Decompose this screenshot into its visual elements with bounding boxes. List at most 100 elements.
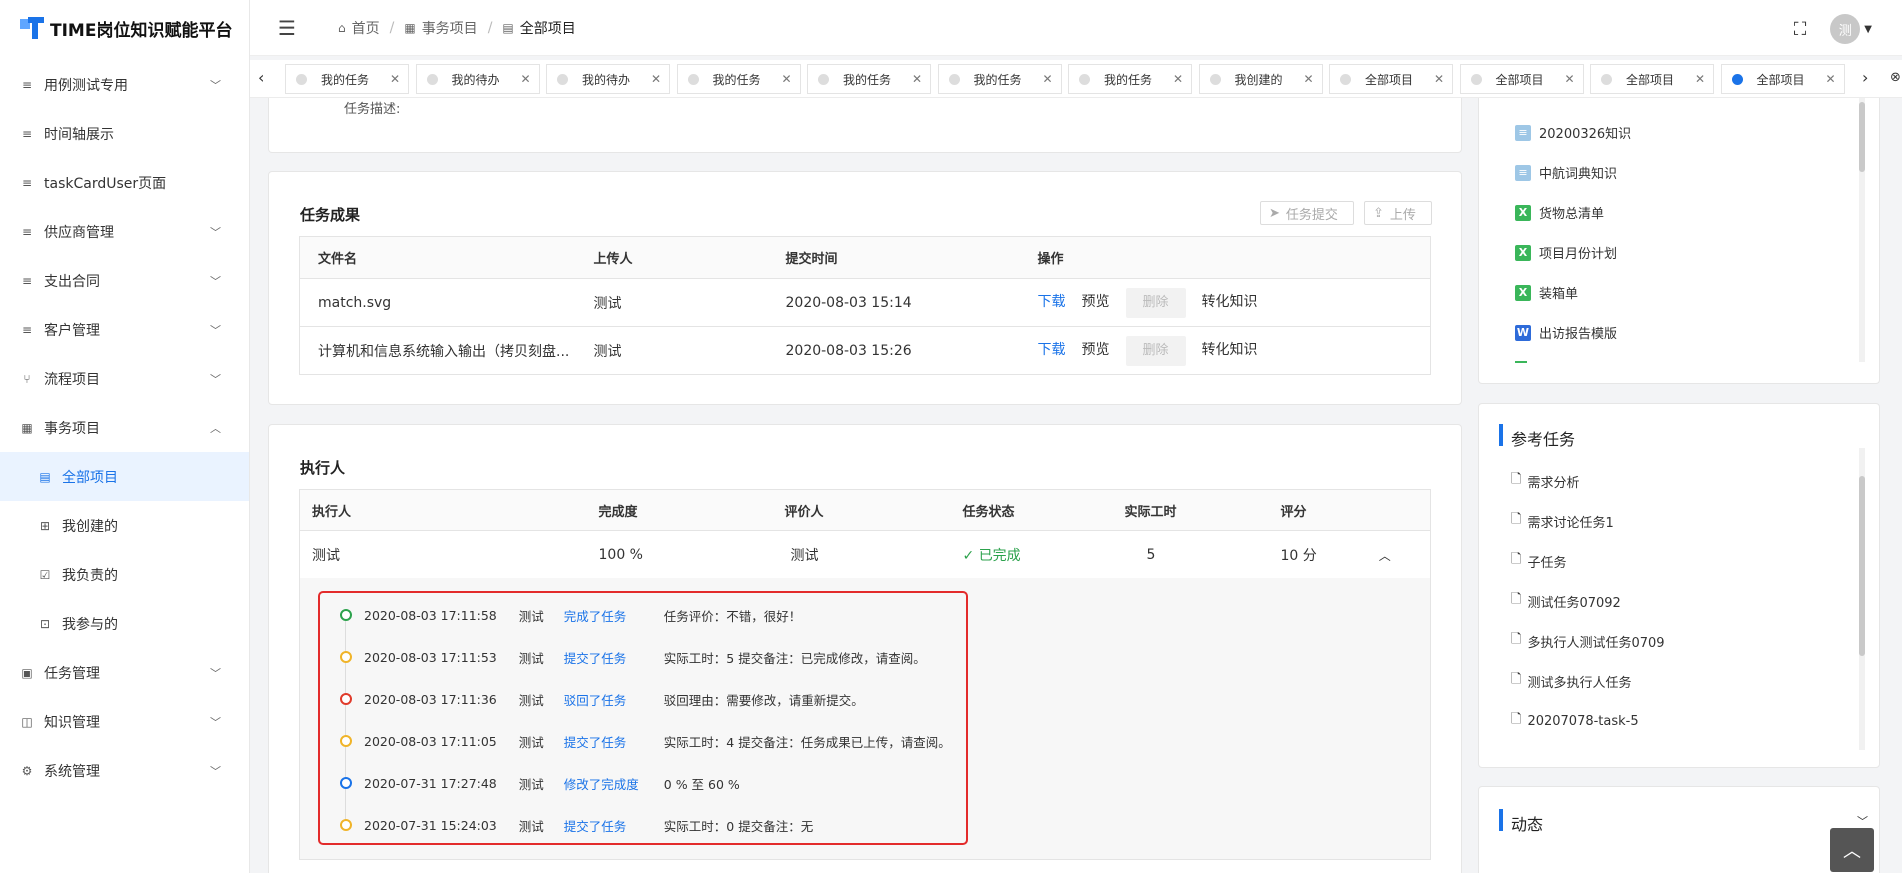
knowledge-file-item[interactable]: X 货物总清单 <box>1515 203 1604 222</box>
close-icon[interactable]: ✕ <box>520 72 530 86</box>
sidebar-item-0[interactable]: ≡ 用例测试专用 ﹀ <box>0 60 249 109</box>
chevron-down-icon: ﹀ <box>210 372 221 386</box>
chevron-down-icon[interactable]: ﹀ <box>1857 813 1868 829</box>
executor-progress: 100 % <box>598 546 643 563</box>
knowledge-file-item[interactable]: W 出访报告模版 <box>1515 323 1617 342</box>
close-icon[interactable]: ✕ <box>1434 72 1444 86</box>
hamburger-icon[interactable]: ☰ <box>278 16 302 40</box>
download-link[interactable]: 下载 <box>1038 342 1066 358</box>
app-logo[interactable]: TIME岗位知识赋能平台 <box>0 0 249 56</box>
tab-status-dot <box>1340 73 1351 85</box>
knowledge-file-item[interactable]: ≡ 20200326知识 <box>1515 123 1631 142</box>
tab-4[interactable]: 我的任务 ✕ <box>807 64 931 94</box>
tab-1[interactable]: 我的待办 ✕ <box>415 64 540 94</box>
sidebar-item-3[interactable]: ≡ 供应商管理 ﹀ <box>0 207 249 256</box>
ref-task-item[interactable]: 🗋 测试任务07092 <box>1511 590 1621 612</box>
close-icon[interactable]: ✕ <box>1564 72 1574 86</box>
timeline-time: 2020-08-03 17:11:36 <box>364 691 497 707</box>
sidebar-item-label: 供应商管理 <box>44 224 114 241</box>
breadcrumb-affairs[interactable]: 事务项目 <box>422 18 478 38</box>
breadcrumb-home[interactable]: 首页 <box>352 18 380 38</box>
tab-7[interactable]: 我创建的 ✕ <box>1198 64 1323 94</box>
sidebar-item-14[interactable]: ⚙ 系统管理 ﹀ <box>0 746 249 795</box>
ref-task-item[interactable]: 🗋 需求讨论任务1 <box>1511 510 1614 532</box>
ref-task-item[interactable]: 🗋 子任务 <box>1511 550 1566 572</box>
close-icon[interactable]: ✕ <box>1173 72 1183 86</box>
tab-10[interactable]: 全部项目 ✕ <box>1590 64 1714 94</box>
tab-11[interactable]: 全部项目 ✕ <box>1720 64 1845 94</box>
knowledge-file-item[interactable]: ≡ 中航词典知识 <box>1515 163 1617 182</box>
convert-knowledge-link[interactable]: 转化知识 <box>1202 342 1258 358</box>
timeline-action[interactable]: 提交了任务 <box>564 732 652 751</box>
upload-button[interactable]: ⇪ 上传 <box>1364 201 1432 225</box>
timeline-action[interactable]: 修改了完成度 <box>564 774 652 793</box>
sidebar-item-12[interactable]: ▣ 任务管理 ﹀ <box>0 648 249 697</box>
knowledge-file-item[interactable]: X 项目月份计划 <box>1515 243 1617 262</box>
results-title: 任务成果 <box>300 206 361 224</box>
sidebar-item-2[interactable]: ≡ taskCardUser页面 <box>0 158 249 207</box>
tab-bar: ‹ 我的任务 ✕ 我的待办 ✕ 我的待办 ✕ 我的任务 ✕ 我的任务 ✕ 我的任务 ✕ 我的任务 ✕ 我创建… <box>250 60 1902 98</box>
close-icon[interactable]: ✕ <box>1303 72 1313 86</box>
close-all-tabs-icon[interactable]: ⊗ <box>1890 70 1901 85</box>
close-icon[interactable]: ✕ <box>1042 72 1052 86</box>
close-icon[interactable]: ✕ <box>1695 72 1705 86</box>
tab-2[interactable]: 我的待办 ✕ <box>546 64 670 94</box>
title-accent-bar <box>1499 424 1503 446</box>
tab-6[interactable]: 我的任务 ✕ <box>1068 64 1192 94</box>
tab-scroll-right-icon[interactable]: › <box>1862 68 1868 87</box>
sidebar-item-4[interactable]: ≡ 支出合同 ﹀ <box>0 256 249 305</box>
ref-task-item[interactable]: 🗋 需求分析 <box>1511 470 1579 492</box>
close-icon[interactable]: ✕ <box>651 72 661 86</box>
sidebar-item-13[interactable]: ◫ 知识管理 ﹀ <box>0 697 249 746</box>
ref-task-item[interactable]: 🗋 多执行人测试任务0709 <box>1511 630 1665 652</box>
tab-9[interactable]: 全部项目 ✕ <box>1459 64 1584 94</box>
sidebar-item-8[interactable]: ▤ 全部项目 <box>0 452 249 501</box>
fullscreen-icon[interactable]: ⛶ <box>1794 19 1807 40</box>
timeline-action[interactable]: 提交了任务 <box>564 816 652 835</box>
close-icon[interactable]: ✕ <box>390 72 400 86</box>
tab-5[interactable]: 我的任务 ✕ <box>937 64 1062 94</box>
preview-link[interactable]: 预览 <box>1082 294 1110 310</box>
sidebar-item-11[interactable]: ⊡ 我参与的 <box>0 599 249 648</box>
knowledge-scroll-thumb[interactable] <box>1859 102 1865 172</box>
sidebar-item-label: 任务管理 <box>44 665 100 682</box>
chevron-up-icon[interactable]: ︿ <box>1379 549 1391 563</box>
chevron-down-icon: ﹀ <box>210 78 221 92</box>
convert-knowledge-link[interactable]: 转化知识 <box>1202 294 1258 310</box>
activity-panel: 动态 ﹀ <box>1478 786 1880 873</box>
avatar[interactable]: 测 <box>1830 14 1861 44</box>
tab-scroll-left-icon[interactable]: ‹ <box>258 68 264 87</box>
sidebar-item-5[interactable]: ≡ 客户管理 ﹀ <box>0 305 249 354</box>
download-link[interactable]: 下载 <box>1038 294 1066 310</box>
tab-label: 我的待办 <box>582 72 631 87</box>
preview-link[interactable]: 预览 <box>1082 342 1110 358</box>
submit-task-button[interactable]: ➤ 任务提交 <box>1260 201 1354 225</box>
tab-0[interactable]: 我的任务 ✕ <box>285 64 409 94</box>
knowledge-file-item[interactable]: X 装箱单 <box>1515 283 1578 302</box>
knowledge-file-name: 装箱单 <box>1539 287 1579 302</box>
task-results-card: 任务成果 ➤ 任务提交 ⇪ 上传 文件名 上传人 提交时间 操作 match.svg… <box>268 171 1462 405</box>
tab-label: 我创建的 <box>1234 72 1283 87</box>
timeline-action[interactable]: 完成了任务 <box>564 606 652 625</box>
timeline-action[interactable]: 驳回了任务 <box>564 690 652 709</box>
sidebar-item-1[interactable]: ≡ 时间轴展示 <box>0 109 249 158</box>
close-icon[interactable]: ✕ <box>912 72 922 86</box>
ref-task-item[interactable]: 🗋 20207078-task-5 <box>1511 710 1639 732</box>
tab-3[interactable]: 我的任务 ✕ <box>676 64 801 94</box>
sidebar-item-6[interactable]: ⑂ 流程项目 ﹀ <box>0 354 249 403</box>
timeline-action[interactable]: 提交了任务 <box>564 648 652 667</box>
ref-tasks-scroll-thumb[interactable] <box>1859 476 1865 656</box>
back-to-top-button[interactable]: ︿ <box>1830 828 1874 872</box>
sidebar-item-7[interactable]: ▦ 事务项目 ︿ <box>0 403 249 452</box>
sidebar-item-9[interactable]: ⊞ 我创建的 <box>0 501 249 550</box>
ref-task-item[interactable]: 🗋 测试多执行人任务 <box>1511 670 1631 692</box>
tab-8[interactable]: 全部项目 ✕ <box>1329 64 1453 94</box>
delete-button[interactable]: 删除 <box>1125 335 1186 366</box>
delete-button[interactable]: 删除 <box>1125 287 1186 318</box>
executor-row[interactable]: 测试 100 % 测试 ✓ 已完成 5 10 分 ︿ <box>299 531 1431 579</box>
close-icon[interactable]: ✕ <box>1825 72 1835 86</box>
close-icon[interactable]: ✕ <box>781 72 791 86</box>
sidebar-item-10[interactable]: ☑ 我负责的 <box>0 550 249 599</box>
caret-down-icon[interactable]: ▼ <box>1864 24 1872 35</box>
upload-icon: ⇪ <box>1373 205 1384 221</box>
